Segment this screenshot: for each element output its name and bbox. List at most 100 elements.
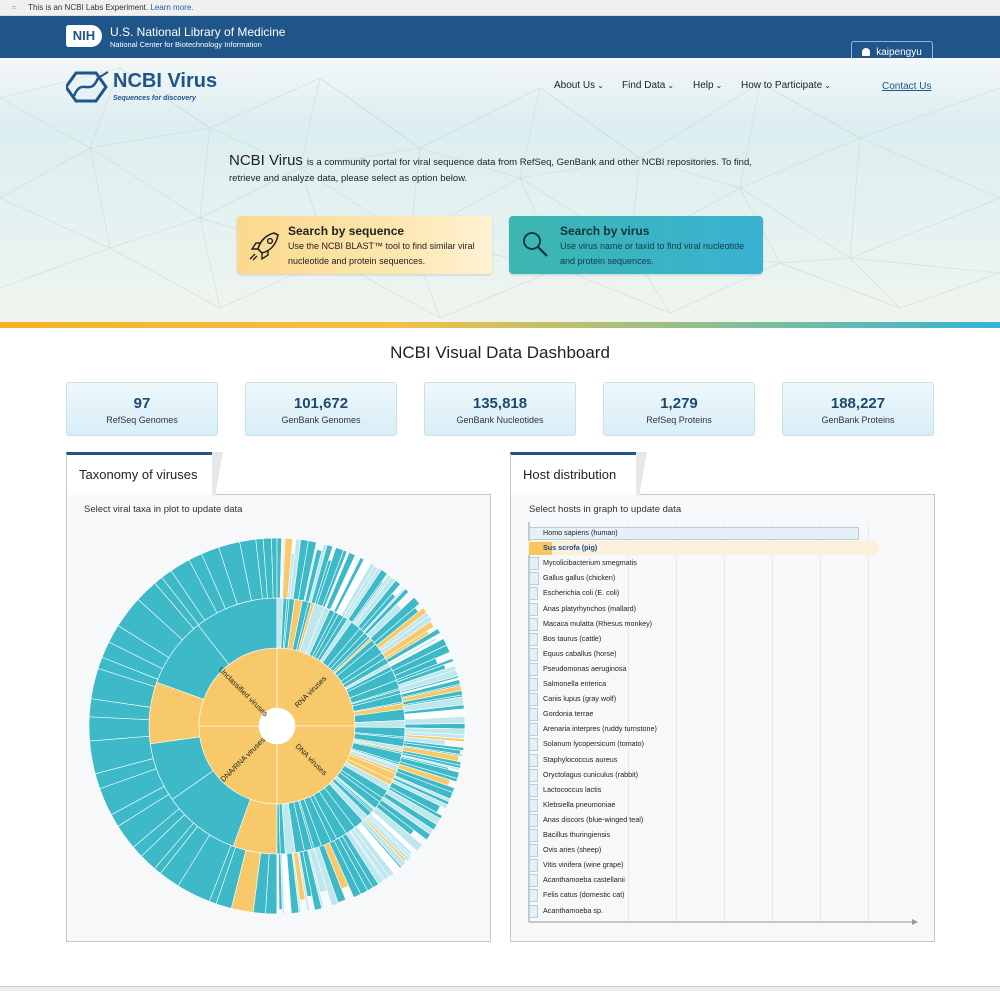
tab-taxonomy[interactable]: Taxonomy of viruses <box>66 452 226 495</box>
host-row[interactable]: Acanthamoeba sp. <box>528 904 918 918</box>
host-row[interactable]: Klebsiella pneumoniae <box>528 798 918 812</box>
search-by-sequence-card[interactable]: Search by sequence Use the NCBI BLAST™ t… <box>237 216 492 274</box>
host-label: Vitis vinifera (wine grape) <box>543 860 624 870</box>
host-bar[interactable] <box>529 844 538 858</box>
host-row[interactable]: Canis lupus (gray wolf) <box>528 692 918 707</box>
host-row[interactable]: Lactococcus lactis <box>528 783 918 797</box>
taxonomy-hint: Select viral taxa in plot to update data <box>84 504 243 515</box>
ncbi-subtitle: National Center for Biotechnology Inform… <box>110 40 262 49</box>
host-row[interactable]: Escherichia coli (E. coli) <box>528 586 918 601</box>
page-bottom-border <box>0 986 1000 991</box>
host-label: Homo sapiens (human) <box>543 528 618 537</box>
host-row[interactable]: Bacillus thuringiensis <box>528 828 918 842</box>
search-by-sequence-desc: Use the NCBI BLAST™ tool to find similar… <box>288 241 475 266</box>
host-bar[interactable] <box>529 557 539 571</box>
host-bar[interactable] <box>529 904 538 918</box>
host-bar[interactable] <box>529 768 538 782</box>
host-bar[interactable] <box>529 617 538 631</box>
host-label: Ovis aries (sheep) <box>543 845 602 855</box>
dashboard-title: NCBI Visual Data Dashboard <box>390 343 610 362</box>
host-bar[interactable] <box>529 647 538 661</box>
host-row[interactable]: Anas platyrhynchos (mallard) <box>528 602 918 616</box>
host-row[interactable]: Salmonella enterica <box>528 677 918 691</box>
host-bar[interactable] <box>529 723 538 737</box>
search-by-sequence-title: Search by sequence <box>288 224 405 238</box>
search-by-virus-card[interactable]: Search by virus Use virus name or taxid … <box>509 216 763 274</box>
stat-value: 188,227 <box>830 395 886 412</box>
host-row[interactable]: Sus scrofa (pig) <box>528 541 918 556</box>
rocket-icon <box>249 232 279 261</box>
host-bar[interactable] <box>529 753 538 767</box>
host-row[interactable]: Solanum lycopersicum (tomato) <box>528 737 918 752</box>
host-row[interactable]: Staphylococcus aureus <box>528 753 918 767</box>
host-label: Lactococcus lactis <box>543 784 602 794</box>
host-row[interactable]: Oryctolagus cuniculus (rabbit) <box>528 768 918 782</box>
host-bar[interactable] <box>529 587 538 601</box>
nav-about-us[interactable]: About Us ⌄ <box>554 80 604 91</box>
stat-refseq-proteins[interactable]: 1,279 RefSeq Proteins <box>603 382 755 436</box>
host-label: Anas platyrhynchos (mallard) <box>543 603 637 613</box>
host-bar[interactable] <box>529 693 538 707</box>
host-label: Gordonia terrae <box>543 709 594 719</box>
stat-genbank-genomes[interactable]: 101,672 GenBank Genomes <box>245 382 397 436</box>
host-bar[interactable] <box>529 798 538 812</box>
contact-us-link[interactable]: Contact Us <box>882 81 931 92</box>
nav-how-to-participate[interactable]: How to Participate ⌄ <box>741 80 831 91</box>
host-bar[interactable] <box>529 859 538 873</box>
host-bar[interactable] <box>529 738 538 752</box>
host-hint: Select hosts in graph to update data <box>529 504 682 515</box>
host-bar[interactable] <box>529 662 538 676</box>
nlm-title[interactable]: U.S. National Library of Medicine <box>110 25 285 39</box>
stat-label: RefSeq Genomes <box>106 415 178 425</box>
stat-refseq-genomes[interactable]: 97 RefSeq Genomes <box>66 382 218 436</box>
host-row[interactable]: Gallus gallus (chicken) <box>528 571 918 586</box>
host-row[interactable]: Acanthamoeba castellanii <box>528 873 918 888</box>
host-row[interactable]: Felis catus (domestic cat) <box>528 888 918 903</box>
taxonomy-sunburst-chart[interactable]: RNA virusesDNA virusesDNA/RNA virusesUnc… <box>87 526 467 926</box>
stat-genbank-nucleotides[interactable]: 135,818 GenBank Nucleotides <box>424 382 576 436</box>
chevron-down-icon: ⌄ <box>667 81 675 90</box>
stat-label: GenBank Proteins <box>821 415 895 425</box>
search-by-virus-title: Search by virus <box>560 224 650 238</box>
host-bar[interactable] <box>529 813 538 827</box>
host-bar[interactable] <box>529 602 538 616</box>
host-row[interactable]: Anas discors (blue-winged teal) <box>528 813 918 827</box>
stat-value: 97 <box>133 395 151 412</box>
nih-logo[interactable]: NIH <box>66 25 102 47</box>
intro-text: NCBI Virus is a community portal for vira… <box>229 153 774 187</box>
chevron-down-icon: ⌄ <box>597 81 604 90</box>
stat-genbank-proteins[interactable]: 188,227 GenBank Proteins <box>782 382 934 436</box>
host-label: Salmonella enterica <box>543 679 607 688</box>
host-bar[interactable] <box>529 708 538 722</box>
learn-more-link[interactable]: Learn more. <box>150 3 193 12</box>
host-bar[interactable] <box>529 632 538 646</box>
host-bar[interactable] <box>529 874 538 888</box>
host-row[interactable]: Equus caballus (horse) <box>528 647 918 661</box>
host-row[interactable]: Ovis aries (sheep) <box>528 843 918 858</box>
nav-find-data[interactable]: Find Data ⌄ <box>622 80 674 91</box>
nav-help[interactable]: Help ⌄ <box>693 80 722 91</box>
user-icon <box>862 48 871 56</box>
host-bar[interactable] <box>529 783 538 797</box>
host-row[interactable]: Gordonia terrae <box>528 707 918 722</box>
host-bar[interactable] <box>529 572 539 586</box>
host-row[interactable]: Pseudomonas aeruginosa <box>528 662 918 676</box>
host-distribution-chart[interactable]: Homo sapiens (human) Sus scrofa (pig) Myco… <box>528 522 918 927</box>
intro-brand: NCBI Virus <box>229 152 303 169</box>
sunburst-segment[interactable] <box>276 853 280 915</box>
host-bar[interactable] <box>529 678 538 691</box>
host-label: Oryctolagus cuniculus (rabbit) <box>543 769 639 779</box>
host-bar[interactable] <box>529 889 538 903</box>
host-row[interactable]: Mycolicibacterium smegmatis <box>528 556 918 571</box>
labs-notice-text: This is an NCBI Labs Experiment. <box>28 3 149 12</box>
host-row[interactable]: Homo sapiens (human) <box>528 526 918 540</box>
host-bar[interactable] <box>529 829 538 842</box>
host-row[interactable]: Bos taurus (cattle) <box>528 632 918 646</box>
tab-host-distribution[interactable]: Host distribution <box>510 452 650 495</box>
host-label: Pseudomonas aeruginosa <box>543 663 627 673</box>
host-row[interactable]: Vitis vinifera (wine grape) <box>528 858 918 873</box>
host-row[interactable]: Arenaria interpres (ruddy turnstone) <box>528 722 918 737</box>
nih-header-bar: NIH U.S. National Library of Medicine Na… <box>0 16 1000 65</box>
host-row[interactable]: Macaca mulatta (Rhesus monkey) <box>528 617 918 631</box>
ncbi-virus-logo[interactable]: NCBI Virus Sequences for discovery <box>64 70 246 106</box>
